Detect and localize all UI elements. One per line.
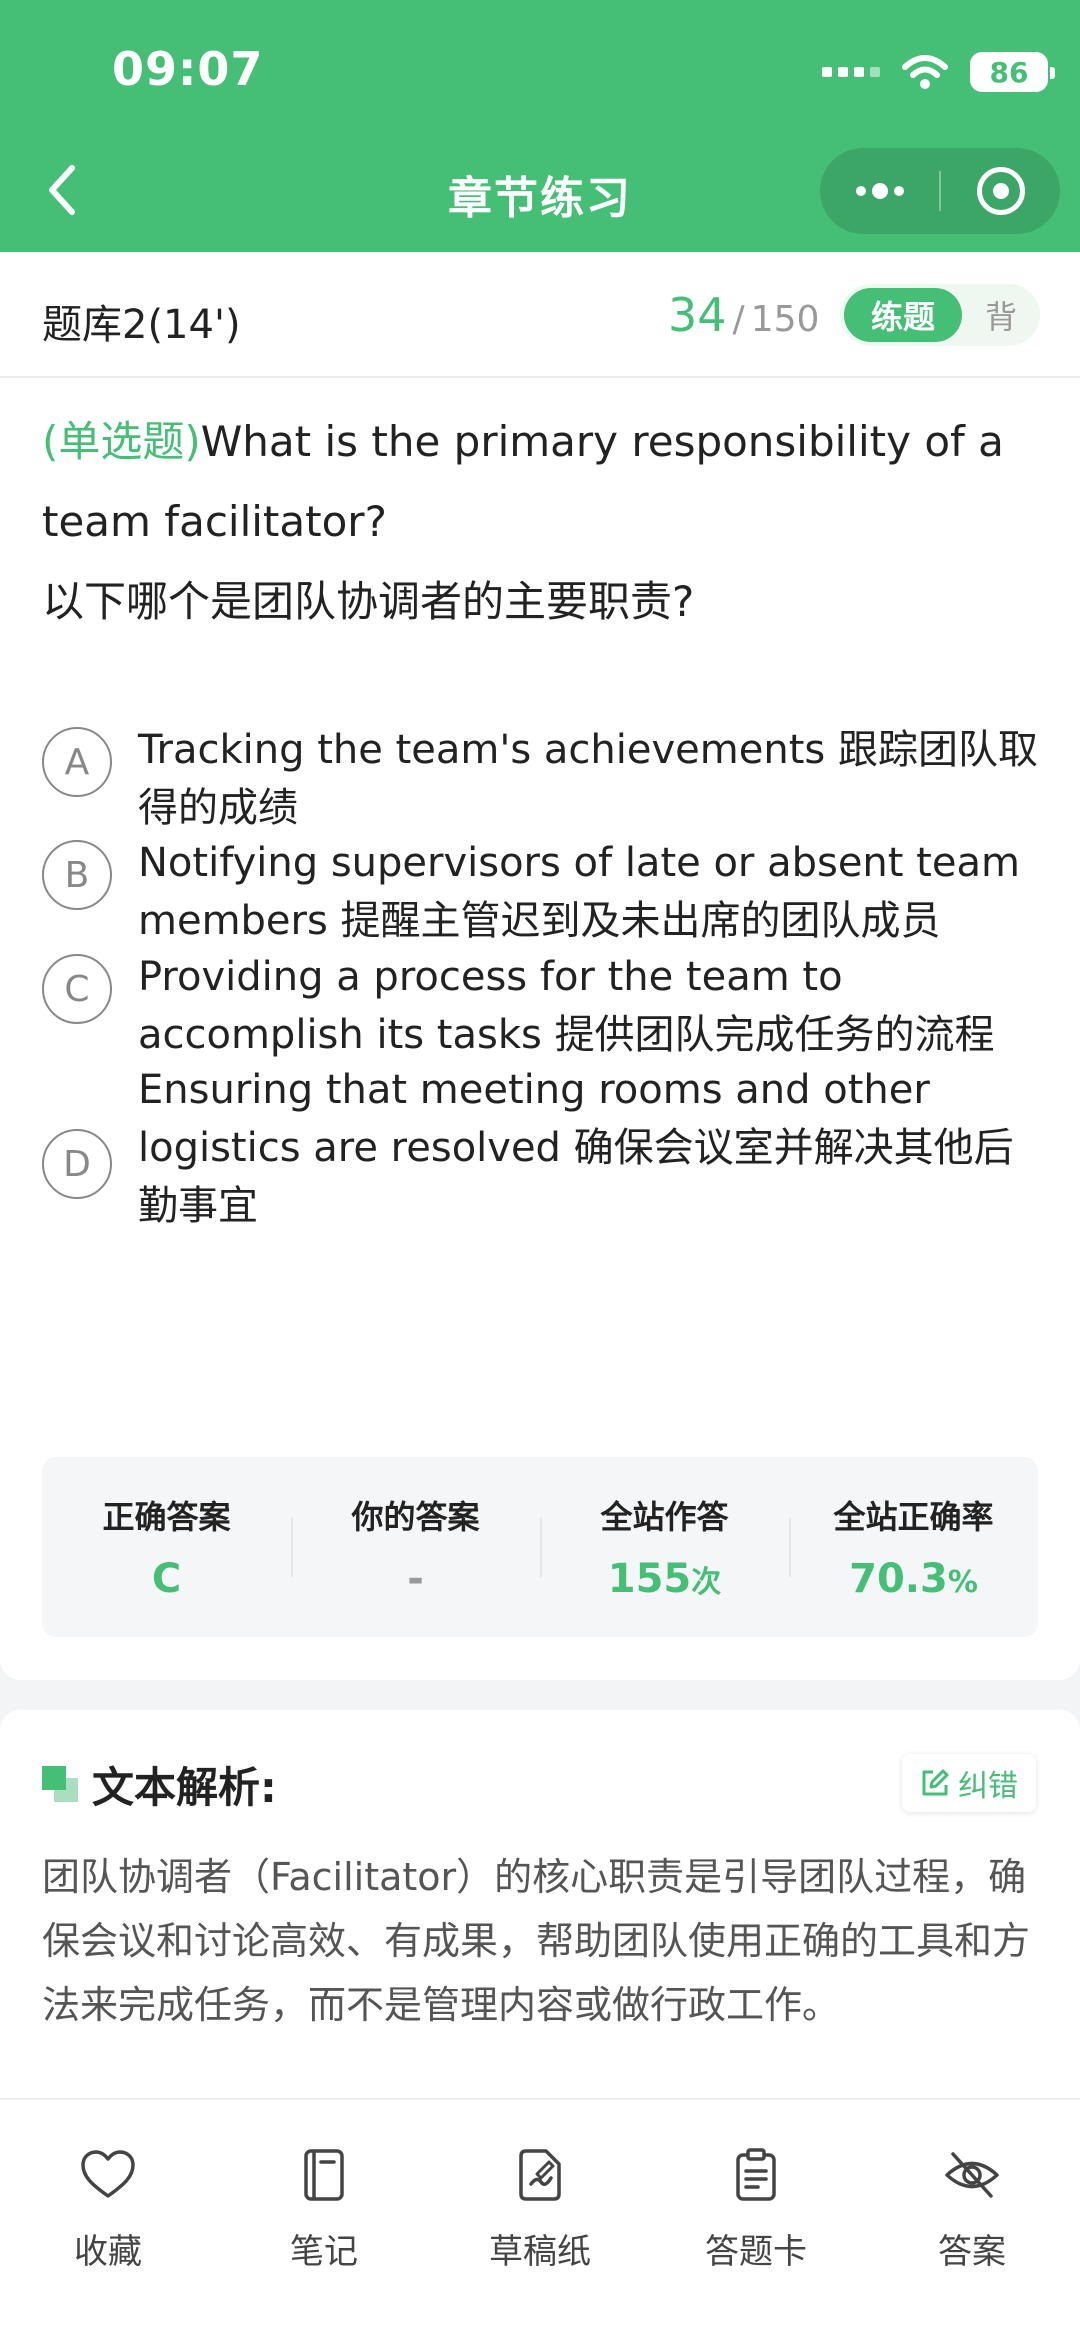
stat-value: 155次 [608, 1556, 722, 1602]
eye-off-icon [945, 2152, 999, 2198]
clipboard-icon [736, 2148, 776, 2201]
tab-notes[interactable]: 笔记 [216, 2100, 432, 2337]
more-button[interactable] [820, 148, 939, 234]
stat-unit: 次 [691, 1565, 722, 1600]
question-subbar: 题库2(14') 34 / 150 练题 背 [0, 252, 1080, 378]
tab-label: 草稿纸 [489, 2232, 591, 2272]
option-letter: C [42, 954, 112, 1024]
mode-memorize-button[interactable]: 背 [962, 292, 1040, 338]
mini-program-capsule [820, 148, 1060, 234]
stat-value: C [151, 1556, 182, 1602]
tab-label: 收藏 [74, 2232, 142, 2272]
question-text: (单选题)What is the primary responsibility … [42, 402, 1042, 642]
answer-stats: 正确答案 C 你的答案 - 全站作答 155次 全站正确率 70.3% [42, 1457, 1038, 1637]
stat-label: 全站作答 [600, 1498, 729, 1536]
stat-label: 全站正确率 [833, 1498, 994, 1536]
heart-icon [81, 2150, 135, 2198]
stat-value: - [407, 1556, 424, 1602]
header: 09:07 86 章节练习 [0, 0, 1080, 252]
question-card: 题库2(14') 34 / 150 练题 背 (单选题)What is the … [0, 252, 1080, 1680]
stat-number: 155 [607, 1556, 692, 1602]
tab-label: 答案 [938, 2232, 1006, 2272]
bottom-toolbar: 收藏 笔记 草稿纸 答题卡 答案 [0, 2098, 1080, 2337]
close-mini-program-button[interactable] [941, 148, 1060, 234]
tab-show-answer[interactable]: 答案 [864, 2100, 1080, 2337]
option-letter: A [42, 727, 112, 797]
stat-site-attempts: 全站作答 155次 [540, 1457, 789, 1637]
stat-site-accuracy: 全站正确率 70.3% [789, 1457, 1038, 1637]
stat-your-answer: 你的答案 - [291, 1457, 540, 1637]
option-b[interactable]: B Notifying supervisors of late or absen… [42, 840, 1052, 950]
signal-icon [822, 67, 880, 77]
stat-label: 正确答案 [102, 1498, 231, 1536]
screen: 09:07 86 章节练习 题库2(14') 34 / 150 练题 背 (单选… [0, 0, 1080, 2337]
option-letter: B [42, 840, 112, 910]
status-icons: 86 [822, 48, 1055, 96]
more-icon [855, 183, 904, 199]
report-error-button[interactable]: 纠错 [902, 1754, 1036, 1812]
analysis-icon [42, 1766, 78, 1802]
question-bank-name: 题库2(14') [42, 302, 241, 348]
option-text: Tracking the team's achievements 跟踪团队取得的… [138, 727, 1038, 831]
option-a[interactable]: A Tracking the team's achievements 跟踪团队取… [42, 727, 1052, 837]
mode-toggle: 练题 背 [840, 284, 1040, 346]
option-d[interactable]: D Ensuring that meeting rooms and other … [42, 1067, 1052, 1235]
stat-number: 70.3 [849, 1556, 948, 1602]
tab-answer-card[interactable]: 答题卡 [648, 2100, 864, 2337]
stat-correct-answer: 正确答案 C [42, 1457, 291, 1637]
tab-label: 答题卡 [705, 2232, 807, 2272]
current-question-number: 34 [668, 288, 727, 342]
stat-unit: % [947, 1565, 978, 1600]
option-text: Providing a process for the team to acco… [138, 954, 995, 1058]
tab-favorite[interactable]: 收藏 [0, 2100, 216, 2337]
mode-practice-button[interactable]: 练题 [844, 288, 962, 342]
option-c[interactable]: C Providing a process for the team to ac… [42, 954, 1052, 1064]
question-text-zh: 以下哪个是团队协调者的主要职责? [42, 577, 695, 626]
wifi-icon [902, 55, 948, 89]
analysis-title: 文本解析: [92, 1763, 277, 1812]
question-type: (单选题) [42, 417, 201, 466]
status-time: 09:07 [112, 42, 264, 96]
option-text: Notifying supervisors of late or absent … [138, 840, 1020, 944]
report-error-label: 纠错 [958, 1769, 1018, 1804]
option-letter: D [42, 1129, 112, 1199]
stat-value: 70.3% [849, 1556, 978, 1602]
tab-label: 笔记 [290, 2232, 358, 2272]
question-progress[interactable]: 34 / 150 [668, 288, 819, 342]
notebook-icon [304, 2149, 344, 2201]
stat-label: 你的答案 [351, 1498, 480, 1536]
edit-icon [922, 1769, 949, 1796]
option-text: Ensuring that meeting rooms and other lo… [138, 1067, 1014, 1229]
progress-separator: / [732, 299, 745, 340]
total-question-count: 150 [750, 299, 820, 340]
analysis-section: 文本解析: 纠错 团队协调者（Facilitator）的核心职责是引导团队过程，… [0, 1710, 1080, 2100]
draft-paper-icon [519, 2149, 561, 2201]
battery-icon: 86 [970, 52, 1055, 92]
tab-scratch-paper[interactable]: 草稿纸 [432, 2100, 648, 2337]
target-icon [976, 167, 1025, 215]
analysis-text: 团队协调者（Facilitator）的核心职责是引导团队过程，确保会议和讨论高效… [42, 1855, 1031, 2027]
